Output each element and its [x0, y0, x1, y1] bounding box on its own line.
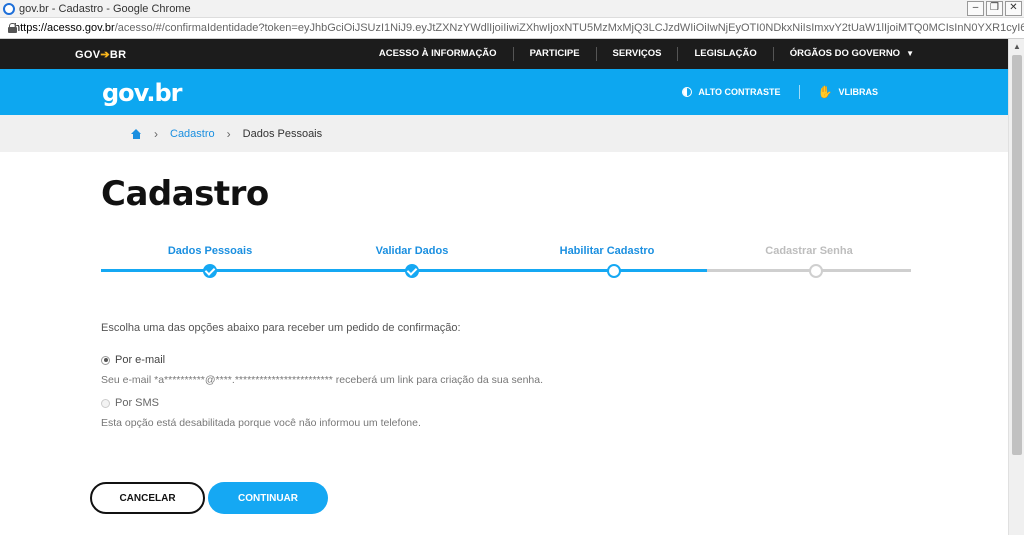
window-title: gov.br - Cadastro - Google Chrome: [19, 2, 191, 15]
vlibras-button[interactable]: ✋ VLIBRAS: [798, 85, 896, 99]
minimize-icon[interactable]: ‒: [967, 1, 984, 16]
high-contrast-button[interactable]: ALTO CONTRASTE: [664, 87, 798, 97]
cancel-button[interactable]: CANCELAR: [90, 482, 205, 514]
nav-participe[interactable]: PARTICIPE: [512, 47, 596, 61]
step-label-cadastrar-senha: Cadastrar Senha: [765, 245, 853, 257]
nav-acesso-informacao[interactable]: ACESSO À INFORMAÇÃO: [363, 47, 513, 61]
sms-option: Por SMS: [101, 397, 159, 409]
step-label-dados-pessoais: Dados Pessoais: [167, 245, 253, 257]
url-path: /acesso/#/confirmaIdentidade?token=eyJhb…: [114, 22, 1024, 34]
govbr-brand[interactable]: GOV➔BR: [75, 48, 126, 61]
address-bar[interactable]: https://acesso.gov.br/acesso/#/confirmaI…: [0, 18, 1024, 39]
close-icon[interactable]: ✕: [1005, 1, 1022, 16]
breadcrumb-link-cadastro[interactable]: Cadastro: [170, 128, 215, 140]
scrollbar-thumb[interactable]: [1012, 55, 1022, 455]
email-option-label: Por e-mail: [115, 354, 166, 366]
gov-nav: ACESSO À INFORMAÇÃO PARTICIPE SERVIÇOS L…: [363, 39, 930, 69]
instruction-text: Escolha uma das opções abaixo para receb…: [101, 322, 461, 334]
email-radio[interactable]: [101, 355, 110, 365]
breadcrumb-current: Dados Pessoais: [242, 127, 323, 140]
email-option[interactable]: Por e-mail: [101, 354, 165, 366]
contrast-icon: [682, 87, 693, 97]
govbr-logo[interactable]: gov.br: [102, 79, 182, 107]
chevron-right-icon: ›: [226, 126, 231, 141]
page-scrollbar[interactable]: ▲: [1008, 39, 1024, 535]
step-pending-dot: [809, 264, 823, 278]
sms-option-label: Por SMS: [115, 397, 160, 409]
sms-radio[interactable]: [101, 398, 110, 408]
site-header: gov.br ALTO CONTRASTE ✋ VLIBRAS: [0, 69, 1008, 115]
nav-orgaos-governo[interactable]: ÓRGÃOS DO GOVERNO ▼: [772, 47, 930, 61]
window-controls: ‒ ❐ ✕: [967, 1, 1022, 16]
step-current-dot: [607, 264, 621, 278]
chevron-right-icon: ›: [154, 126, 158, 141]
continue-button[interactable]: CONTINUAR: [208, 482, 328, 514]
gov-top-bar: GOV➔BR ACESSO À INFORMAÇÃO PARTICIPE SER…: [0, 39, 1008, 69]
progress-stepper: Dados Pessoais Validar Dados Habilitar C…: [101, 243, 911, 283]
nav-legislacao[interactable]: LEGISLAÇÃO: [677, 47, 772, 61]
email-description: Seu e-mail *a**********@****.***********…: [101, 374, 543, 386]
url-host: https://acesso.gov.br: [14, 22, 115, 34]
scroll-up-icon[interactable]: ▲: [1009, 39, 1024, 55]
page-title: Cadastro: [101, 174, 269, 214]
arrow-icon: ➔: [100, 49, 110, 61]
home-icon[interactable]: [131, 128, 142, 139]
step-done-check-icon: [405, 264, 419, 278]
nav-servicos[interactable]: SERVIÇOS: [595, 47, 678, 61]
step-label-validar-dados: Validar Dados: [375, 245, 449, 257]
header-accessibility: ALTO CONTRASTE ✋ VLIBRAS: [664, 69, 896, 115]
chevron-down-icon: ▼: [906, 49, 914, 58]
sms-description: Esta opção está desabilitada porque você…: [101, 417, 421, 429]
step-done-check-icon: [203, 264, 217, 278]
hand-icon: ✋: [817, 85, 833, 99]
chrome-favicon-icon: [3, 2, 15, 15]
breadcrumb: › Cadastro › Dados Pessoais: [0, 115, 1008, 152]
step-label-habilitar-cadastro: Habilitar Cadastro: [559, 245, 655, 257]
restore-icon[interactable]: ❐: [986, 1, 1003, 16]
window-titlebar: gov.br - Cadastro - Google Chrome ‒ ❐ ✕: [0, 0, 1024, 18]
